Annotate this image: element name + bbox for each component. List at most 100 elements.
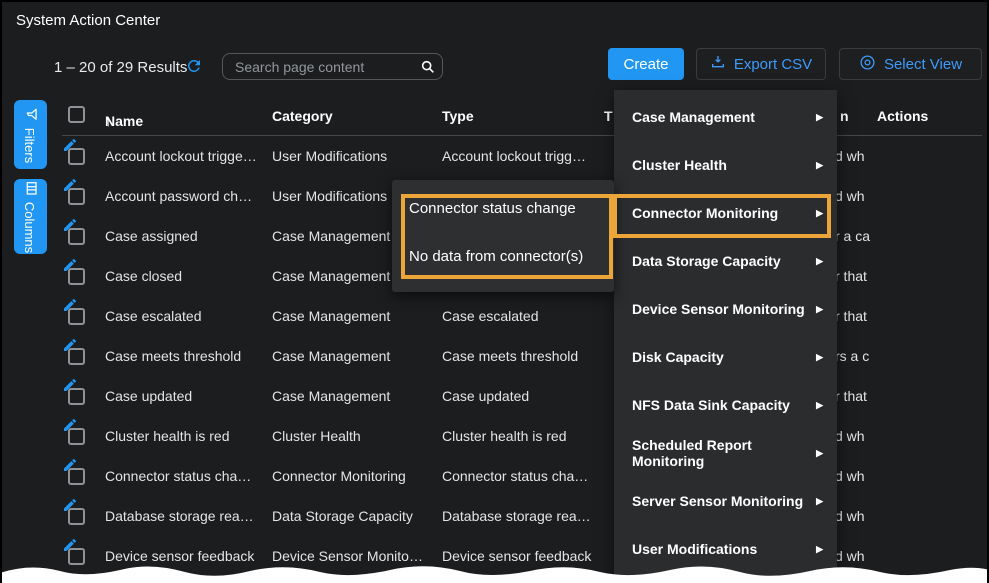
row-checkbox[interactable]	[68, 188, 85, 205]
row-checkbox[interactable]	[68, 428, 85, 445]
row-category: Cluster Health	[272, 428, 440, 444]
row-description-fragment: r that	[835, 308, 874, 324]
torn-edge-decoration	[0, 559, 989, 583]
submenu-item-connector-status-change[interactable]: Connector status change	[392, 184, 614, 232]
row-type: Account lockout trigg…	[442, 148, 602, 164]
row-description-fragment: d wh	[835, 148, 874, 164]
create-button[interactable]: Create	[608, 48, 684, 80]
refresh-icon[interactable]	[185, 57, 203, 75]
chevron-right-icon: ▶	[816, 208, 823, 219]
row-description-fragment: rs a c	[835, 348, 874, 364]
create-dropdown-menu: Case Management▶Cluster Health▶Connector…	[614, 90, 837, 583]
menu-item-label: Disk Capacity	[632, 349, 724, 365]
row-type: Cluster health is red	[442, 428, 602, 444]
sort-ascending-icon[interactable]: ↑	[105, 113, 112, 129]
chevron-right-icon: ▶	[816, 256, 823, 267]
download-icon	[710, 54, 726, 74]
chevron-right-icon: ▶	[816, 160, 823, 171]
row-name: Case updated	[105, 388, 267, 404]
row-description-fragment: d wh	[835, 468, 874, 484]
column-header-type[interactable]: Type	[442, 108, 474, 124]
table-row: Connector status cha… Connector Monitorin…	[62, 457, 989, 497]
table-row: Case updatedCase ManagementCase updatedr…	[62, 377, 989, 417]
select-all-checkbox[interactable]	[68, 106, 85, 123]
menu-item-label: Case Management	[632, 109, 755, 125]
connector-monitoring-submenu: Connector status change No data from con…	[392, 180, 614, 292]
header-divider	[62, 135, 982, 136]
row-checkbox[interactable]	[68, 148, 85, 165]
filters-tab-label: Filters	[23, 127, 38, 162]
row-name: Case assigned	[105, 228, 267, 244]
table-row: Case escalatedCase ManagementCase escala…	[62, 297, 989, 337]
row-type: Case meets threshold	[442, 348, 602, 364]
row-description-fragment: d wh	[835, 428, 874, 444]
menu-item-label: Server Sensor Monitoring	[632, 493, 803, 509]
row-checkbox[interactable]	[68, 508, 85, 525]
menu-item-label: Scheduled Report Monitoring	[632, 437, 816, 469]
chevron-right-icon: ▶	[816, 400, 823, 411]
select-view-button[interactable]: Select View	[839, 48, 982, 80]
row-name: Database storage rea…	[105, 508, 267, 524]
create-menu-item[interactable]: Device Sensor Monitoring▶	[614, 285, 837, 333]
submenu-item-no-data-from-connectors[interactable]: No data from connector(s)	[392, 232, 614, 280]
row-name: Cluster health is red	[105, 428, 267, 444]
row-category: Connector Monitoring	[272, 468, 440, 484]
row-category: Case Management	[272, 388, 440, 404]
menu-item-label: User Modifications	[632, 541, 757, 557]
row-checkbox[interactable]	[68, 348, 85, 365]
column-header-category[interactable]: Category	[272, 108, 333, 124]
menu-item-label: Connector Monitoring	[632, 205, 778, 221]
hidden-column-header-fragment: T	[604, 108, 613, 124]
row-name: Connector status cha…	[105, 468, 267, 484]
create-menu-item[interactable]: Disk Capacity ▶	[614, 333, 837, 381]
row-category: Case Management	[272, 348, 440, 364]
menu-item-label: NFS Data Sink Capacity	[632, 397, 790, 413]
row-type: Case updated	[442, 388, 602, 404]
row-description-fragment: r that	[835, 388, 874, 404]
columns-tab[interactable]: Columns	[14, 179, 47, 254]
table-row: Cluster health is redCluster HealthClust…	[62, 417, 989, 457]
export-csv-label: Export CSV	[734, 56, 812, 73]
hidden-column-header-fragment: n	[840, 108, 849, 124]
page-title: System Action Center	[16, 12, 160, 29]
row-description-fragment: r that	[835, 268, 874, 284]
row-type: Case escalated	[442, 308, 602, 324]
chevron-right-icon: ▶	[816, 448, 823, 459]
row-description-fragment: r a ca	[835, 228, 874, 244]
search-input[interactable]	[223, 59, 420, 75]
row-checkbox[interactable]	[68, 308, 85, 325]
chevron-right-icon: ▶	[816, 352, 823, 363]
create-menu-item[interactable]: Cluster Health ▶	[614, 141, 837, 189]
create-menu-item[interactable]: Data Storage Capacity ▶	[614, 237, 837, 285]
row-type: Database storage rea…	[442, 508, 602, 524]
table-row: Database storage rea…Data Storage Capaci…	[62, 497, 989, 537]
create-menu-item[interactable]: Scheduled Report Monitoring▶	[614, 429, 837, 477]
menu-item-label: Device Sensor Monitoring	[632, 301, 805, 317]
row-checkbox[interactable]	[68, 268, 85, 285]
select-view-label: Select View	[884, 56, 962, 73]
system-action-center-window: System Action Center 1 – 20 of 29 Result…	[0, 0, 989, 583]
row-description-fragment: d wh	[835, 188, 874, 204]
create-menu-item[interactable]: Connector Monitoring ▶	[614, 189, 837, 237]
create-menu-item[interactable]: Case Management▶	[614, 93, 837, 141]
create-menu-item[interactable]: Server Sensor Monitoring▶	[614, 477, 837, 525]
row-name: Account password ch…	[105, 188, 267, 204]
menu-item-label: Cluster Health	[632, 157, 727, 173]
table-row: Case meets thresholdCase ManagementCase …	[62, 337, 989, 377]
columns-icon	[22, 180, 40, 195]
row-name: Case closed	[105, 268, 267, 284]
export-csv-button[interactable]: Export CSV	[696, 48, 826, 80]
menu-item-label: Data Storage Capacity	[632, 253, 781, 269]
row-name: Account lockout trigge…	[105, 148, 267, 164]
eye-icon	[859, 54, 876, 75]
filters-tab[interactable]: Filters	[14, 100, 47, 169]
search-icon[interactable]	[420, 59, 436, 75]
row-checkbox[interactable]	[68, 228, 85, 245]
column-header-actions: Actions	[877, 108, 928, 124]
chevron-right-icon: ▶	[816, 544, 823, 555]
create-menu-item[interactable]: NFS Data Sink Capacity ▶	[614, 381, 837, 429]
row-checkbox[interactable]	[68, 468, 85, 485]
row-checkbox[interactable]	[68, 388, 85, 405]
results-count: 1 – 20 of 29 Results	[54, 59, 187, 76]
table-row: Account lockout trigge…User Modification…	[62, 137, 989, 177]
